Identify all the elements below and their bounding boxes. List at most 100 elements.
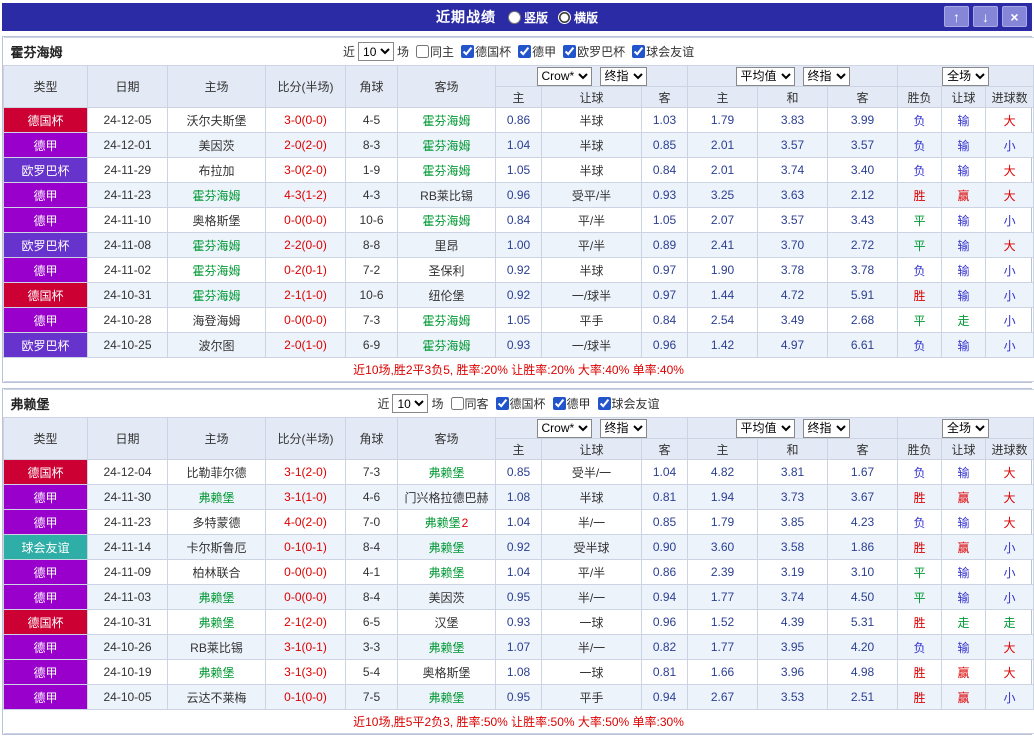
date-cell: 24-11-08 <box>87 232 168 258</box>
column-header: 进球数 <box>984 86 1034 108</box>
same-side-checkbox-input[interactable] <box>416 45 430 58</box>
corners-cell: 6-5 <box>345 609 398 635</box>
score-cell: 4-0(2-0) <box>265 509 346 535</box>
avg-home-cell: 1.90 <box>687 257 758 283</box>
move-up-button[interactable]: ↑ <box>944 6 969 27</box>
same-side-checkbox[interactable]: 同主 <box>412 43 454 60</box>
competition-checkbox[interactable]: 球会友谊 <box>628 43 694 60</box>
home-odds-cell: 0.92 <box>495 282 542 308</box>
competition-checkbox[interactable]: 球会友谊 <box>594 395 660 412</box>
away-team-cell: 霍芬海姆 <box>397 132 496 158</box>
layout-radio-input[interactable] <box>507 10 521 24</box>
competition-cell: 德甲 <box>3 182 88 208</box>
column-header: 让球 <box>541 86 642 108</box>
avg-draw-cell: 3.58 <box>757 534 828 560</box>
avg-away-cell: 3.10 <box>827 559 898 585</box>
date-cell: 24-11-30 <box>87 484 168 510</box>
competition-checkbox-input[interactable] <box>597 397 611 410</box>
score-cell: 0-0(0-0) <box>265 584 346 610</box>
layout-radio-input[interactable] <box>558 10 571 24</box>
avg-draw-cell: 3.70 <box>757 232 828 258</box>
competition-checkbox[interactable]: 德甲 <box>549 395 591 412</box>
odds-source-select[interactable]: 终指 <box>599 66 647 86</box>
avg-away-cell: 1.67 <box>827 459 898 485</box>
winlose-result-cell: 平 <box>897 559 942 585</box>
score-cell: 2-0(1-0) <box>265 332 346 358</box>
competition-checkbox-label: 德甲 <box>532 45 557 59</box>
layout-radio-vertical[interactable]: 竖版 <box>507 9 548 26</box>
competition-checkbox[interactable]: 德国杯 <box>457 43 511 60</box>
avg-draw-cell: 3.85 <box>757 509 828 535</box>
filter-prefix-label: 近 <box>377 397 390 411</box>
handicap-result-cell: 赢 <box>941 182 986 208</box>
competition-checkbox[interactable]: 德国杯 <box>492 395 546 412</box>
goals-result-cell: 大 <box>984 509 1034 535</box>
winlose-result-cell: 平 <box>897 232 942 258</box>
score-cell: 0-1(0-0) <box>265 684 346 710</box>
date-cell: 24-10-31 <box>87 609 168 635</box>
avg-source-select[interactable]: 终指 <box>802 66 850 86</box>
avg-source-select[interactable]: 终指 <box>802 418 850 438</box>
competition-checkbox[interactable]: 德甲 <box>514 43 556 60</box>
close-button[interactable]: × <box>1002 6 1027 27</box>
filter-row: 霍芬海姆 近 10 场 同主 德国杯 德甲 欧罗巴杯 球会友谊 <box>3 37 1034 66</box>
competition-cell: 德甲 <box>3 484 88 510</box>
competition-checkbox-input[interactable] <box>495 397 509 410</box>
column-header: 让球 <box>541 438 642 460</box>
avg-source-select[interactable]: 平均值 <box>735 66 795 86</box>
away-team-cell: 霍芬海姆 <box>397 332 496 358</box>
avg-draw-cell: 3.83 <box>757 107 828 133</box>
date-cell: 24-10-28 <box>87 307 168 333</box>
competition-checkbox-input[interactable] <box>461 45 475 58</box>
competition-checkbox-input[interactable] <box>552 397 566 410</box>
date-cell: 24-12-01 <box>87 132 168 158</box>
corners-cell: 4-3 <box>345 182 398 208</box>
odds-source-select[interactable]: Crow* <box>536 66 592 86</box>
score-cell: 0-0(0-0) <box>265 207 346 233</box>
home-team-cell: 弗赖堡 <box>167 484 266 510</box>
move-down-button[interactable]: ↓ <box>973 6 998 27</box>
avg-source-select[interactable]: 平均值 <box>735 418 795 438</box>
scope-select[interactable]: 全场 <box>942 66 990 86</box>
layout-radio-label: 横版 <box>574 10 599 25</box>
competition-cell: 德甲 <box>3 634 88 660</box>
competition-checkbox-input[interactable] <box>563 45 577 58</box>
layout-radio-horizontal[interactable]: 横版 <box>558 9 598 26</box>
handicap-result-cell: 输 <box>941 332 986 358</box>
column-header: 让球 <box>941 438 986 460</box>
goals-result-cell: 小 <box>984 684 1034 710</box>
scope-select[interactable]: 全场 <box>942 418 990 438</box>
avg-away-cell: 2.68 <box>827 307 898 333</box>
away-odds-cell: 0.93 <box>641 182 688 208</box>
away-odds-cell: 0.85 <box>641 132 688 158</box>
handicap-cell: 半/一 <box>541 634 642 660</box>
same-side-checkbox[interactable]: 同客 <box>447 395 489 412</box>
goals-result-cell: 小 <box>984 534 1034 560</box>
away-odds-cell: 0.85 <box>641 509 688 535</box>
home-odds-cell: 0.92 <box>495 534 542 560</box>
away-odds-cell: 0.86 <box>641 559 688 585</box>
match-count-select[interactable]: 10 <box>358 42 395 61</box>
home-team-cell: 沃尔夫斯堡 <box>167 107 266 133</box>
away-team-cell: 霍芬海姆 <box>397 307 496 333</box>
home-team-cell: 霍芬海姆 <box>167 257 266 283</box>
match-row: 德甲 24-11-09 柏林联合 0-0(0-0) 4-1 弗赖堡 1.04 平/半 0.86 2… <box>3 559 1034 585</box>
goals-result-cell: 大 <box>984 659 1034 685</box>
competition-cell: 德甲 <box>3 684 88 710</box>
corners-cell: 8-4 <box>345 534 398 560</box>
avg-home-cell: 2.01 <box>687 132 758 158</box>
odds-source-select[interactable]: 终指 <box>599 418 647 438</box>
same-side-checkbox-input[interactable] <box>450 397 464 410</box>
date-cell: 24-11-10 <box>87 207 168 233</box>
column-header: 主 <box>495 438 542 460</box>
date-cell: 24-12-05 <box>87 107 168 133</box>
competition-checkbox-input[interactable] <box>518 45 532 58</box>
match-row: 德甲 24-12-01 美因茨 2-0(2-0) 8-3 霍芬海姆 1.04 半球 0.85 2.… <box>3 132 1034 158</box>
odds-source-select[interactable]: Crow* <box>536 418 592 438</box>
handicap-result-cell: 赢 <box>941 534 986 560</box>
match-count-select[interactable]: 10 <box>392 394 429 413</box>
home-team-cell: 霍芬海姆 <box>167 182 266 208</box>
competition-checkbox[interactable]: 欧罗巴杯 <box>559 43 625 60</box>
competition-checkbox-input[interactable] <box>632 45 646 58</box>
home-odds-cell: 0.85 <box>495 459 542 485</box>
